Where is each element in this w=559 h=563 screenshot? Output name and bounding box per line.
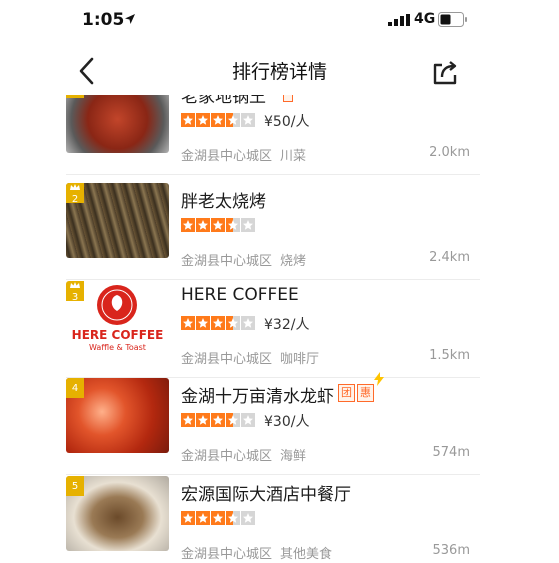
star-icon [211,316,225,330]
category-label: 咖啡厅 [280,352,320,367]
category-label: 川菜 [280,149,307,164]
price-per-person: ¥32/人 [264,317,310,333]
area-label: 金湖县中心城区 [181,449,273,464]
star-half-icon [226,113,240,127]
rank-badge: 1 [66,95,84,98]
rating-stars [181,511,256,525]
restaurant-name: 胖老太烧烤 [181,192,266,212]
rating-stars [181,413,256,427]
star-icon [211,113,225,127]
rating-stars [181,316,256,330]
star-empty-icon [241,316,255,330]
navigation-bar: 排行榜详情 [0,45,559,95]
star-half-icon [226,413,240,427]
status-time: 1:05 [82,10,125,30]
promo-tags: 团 惠 [338,384,374,402]
logo-brand-text: HERE COFFEE [71,328,164,342]
location-category: 金湖县中心城区 其他美食 [181,543,332,562]
promo-tags [283,95,293,102]
rank-badge: 5 [66,476,84,496]
list-item[interactable]: 4 金湖十万亩清水龙虾 团 惠 ¥30/人 金湖县中心城区 海鲜 574m [66,372,480,475]
restaurant-photo: 2 [66,183,169,258]
group-deal-tag: 团 [338,384,355,402]
back-button[interactable] [72,53,102,89]
discount-tag: 惠 [357,384,374,402]
logo-sub-text: Waffle & Toast [89,343,146,352]
rank-badge: 4 [66,378,84,398]
star-empty-icon [241,413,255,427]
star-icon [196,413,210,427]
location-category: 金湖县中心城区 咖啡厅 [181,348,319,367]
promo-tag [283,95,293,102]
signal-icon [388,14,410,26]
star-icon [196,511,210,525]
restaurant-name: 老家地锅王 [181,95,266,107]
distance-label: 536m [432,543,470,558]
category-label: 其他美食 [280,547,333,562]
star-icon [181,316,195,330]
distance-label: 2.4km [429,250,470,265]
star-icon [196,113,210,127]
star-half-icon [226,316,240,330]
location-category: 金湖县中心城区 海鲜 [181,445,306,464]
area-label: 金湖县中心城区 [181,254,273,269]
battery-icon [438,12,467,27]
star-icon [211,413,225,427]
price-per-person: ¥30/人 [264,414,310,430]
star-half-icon [226,511,240,525]
list-item[interactable]: 5 宏源国际大酒店中餐厅 金湖县中心城区 其他美食 536m [66,476,480,563]
star-half-icon [226,218,240,232]
status-bar: 1:05 4G [0,0,559,40]
list-item[interactable]: 2 胖老太烧烤 金湖县中心城区 烧烤 2.4km [66,183,480,280]
ranking-list: 1 老家地锅王 ¥50/人 金湖县中心城区川菜 2.0km 2 胖老太烧烤 金湖… [0,95,559,563]
area-label: 金湖县中心城区 [181,547,273,562]
area-label: 金湖县中心城区 [181,352,273,367]
restaurant-photo: 5 [66,476,169,551]
star-icon [181,113,195,127]
lightning-icon [374,372,384,386]
category-label: 烧烤 [280,254,307,269]
star-icon [211,511,225,525]
star-empty-icon [241,218,255,232]
star-icon [181,413,195,427]
network-label: 4G [414,11,436,27]
restaurant-name: 宏源国际大酒店中餐厅 [181,485,351,505]
rating-stars [181,113,256,127]
crown-icon [70,184,80,190]
restaurant-name: 金湖十万亩清水龙虾 [181,387,334,407]
category-label: 海鲜 [280,449,307,464]
star-empty-icon [241,511,255,525]
distance-label: 2.0km [429,145,470,160]
star-icon [196,316,210,330]
rank-badge: 2 [66,183,84,205]
location-arrow-icon [125,14,135,24]
area-label: 金湖县中心城区 [181,149,273,164]
star-icon [181,218,195,232]
distance-label: 1.5km [429,348,470,363]
star-icon [181,511,195,525]
list-item[interactable]: 3 HERE COFFEE Waffle & Toast HERE COFFEE… [66,281,480,378]
location-category: 金湖县中心城区 烧烤 [181,250,306,269]
location-category: 金湖县中心城区 川菜 [181,145,306,164]
chevron-left-icon [79,57,94,85]
star-empty-icon [241,113,255,127]
price-per-person: ¥50/人 [264,114,310,130]
restaurant-name: HERE COFFEE [181,285,299,305]
distance-label: 574m [432,445,470,460]
list-item[interactable]: 1 老家地锅王 ¥50/人 金湖县中心城区川菜 2.0km [66,95,480,175]
star-icon [196,218,210,232]
restaurant-logo: 3 HERE COFFEE Waffle & Toast [66,281,169,356]
share-icon [433,61,457,85]
restaurant-photo: 4 [66,378,169,453]
rating-stars [181,218,256,232]
share-button[interactable] [430,57,460,87]
restaurant-photo: 1 [66,95,169,153]
star-icon [211,218,225,232]
